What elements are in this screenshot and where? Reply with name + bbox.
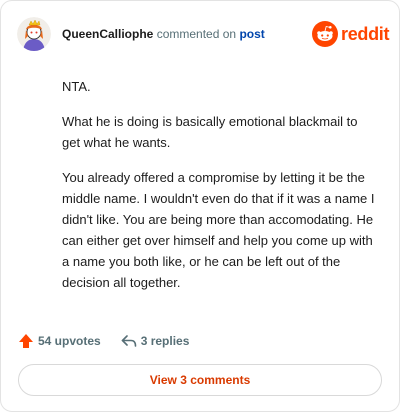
replies-count: 3 replies [140, 334, 190, 348]
brand-wordmark: reddit [341, 23, 390, 44]
avatar-icon [17, 17, 51, 51]
upvote-count: 54 upvotes [38, 334, 101, 348]
comment-body: NTA. What he is doing is basically emoti… [62, 76, 378, 307]
reddit-snoo-icon [312, 21, 338, 47]
comment-paragraph: You already offered a compromise by lett… [62, 170, 375, 290]
action-text: commented on [156, 27, 237, 41]
reply-arrow-icon [121, 335, 137, 347]
comment-paragraph: What he is doing is basically emotional … [62, 114, 358, 150]
upvote-arrow-icon [19, 334, 33, 348]
comment-paragraph: NTA. [62, 79, 91, 94]
replies-button[interactable]: 3 replies [121, 334, 190, 348]
view-comments-button[interactable]: View 3 comments [18, 364, 382, 396]
comment-card: QueenCalliophe commented on post reddit … [0, 0, 400, 412]
comment-footer: 54 upvotes 3 replies [18, 331, 189, 351]
post-link[interactable]: post [239, 27, 264, 41]
username-link[interactable]: QueenCalliophe [62, 27, 153, 41]
upvote-button[interactable]: 54 upvotes [18, 333, 101, 349]
avatar[interactable] [17, 17, 51, 51]
comment-header: QueenCalliophe commented on post [62, 26, 265, 42]
reddit-logo[interactable]: reddit [312, 20, 390, 48]
